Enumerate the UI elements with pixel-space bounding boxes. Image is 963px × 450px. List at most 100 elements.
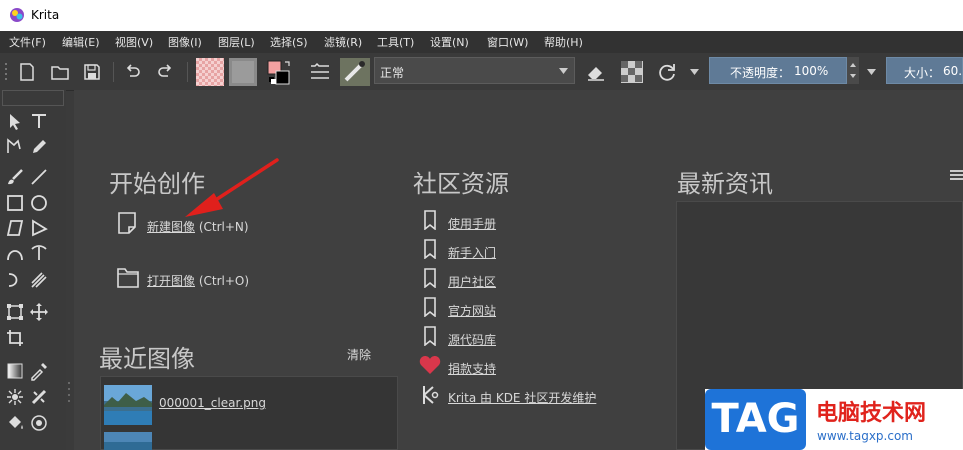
- menu-window[interactable]: 窗口(W): [487, 34, 528, 50]
- menu-file[interactable]: 文件(F): [9, 34, 46, 50]
- brush-preset-thumbnail-icon[interactable]: [340, 58, 370, 86]
- eraser-icon[interactable]: [584, 61, 608, 83]
- recent-section-heading: 最近图像: [99, 345, 195, 373]
- foreground-background-color-icon[interactable]: [266, 59, 296, 87]
- reload-preset-icon[interactable]: [655, 61, 679, 83]
- fill-tool-icon[interactable]: [5, 413, 25, 433]
- size-value: 60.: [943, 64, 963, 78]
- chevron-down-icon[interactable]: [867, 69, 876, 75]
- menu-settings[interactable]: 设置(N): [430, 34, 469, 50]
- opacity-slider[interactable]: 不透明度： 100%: [709, 57, 847, 84]
- size-label: 大小：: [904, 66, 941, 80]
- recent-image-item[interactable]: 000001_clear.png: [104, 384, 394, 426]
- gradient-fill-icon[interactable]: [196, 58, 224, 86]
- bookmark-icon: [424, 239, 436, 259]
- watermark: TAG 电脑技术网 www.tagxp.com: [705, 389, 963, 450]
- freehand-brush-tool-icon[interactable]: [5, 167, 25, 187]
- freehand-path-tool-icon[interactable]: [29, 243, 49, 263]
- polyline-tool-icon[interactable]: [29, 218, 49, 238]
- redo-icon[interactable]: [155, 62, 175, 82]
- rectangle-tool-icon[interactable]: [5, 193, 25, 213]
- opacity-stepper-icon[interactable]: [847, 57, 859, 84]
- new-image-label[interactable]: 新建图像: [147, 220, 195, 234]
- gradient-tool-icon[interactable]: [5, 361, 25, 381]
- move-tool-icon[interactable]: [29, 302, 49, 322]
- pattern-fill-icon[interactable]: [229, 58, 257, 86]
- blend-mode-combo[interactable]: 正常: [374, 57, 575, 84]
- official-website-link[interactable]: 官方网站: [448, 302, 496, 319]
- text-tool-icon[interactable]: [29, 111, 49, 131]
- chevron-down-icon: [559, 68, 568, 74]
- watermark-site-name: 电脑技术网: [816, 401, 927, 426]
- user-community-link[interactable]: 用户社区: [448, 273, 496, 290]
- opacity-value: 100%: [794, 64, 829, 78]
- smart-patch-tool-icon[interactable]: [5, 387, 25, 407]
- open-image-link[interactable]: 打开图像 (Ctrl+O): [147, 272, 249, 289]
- menu-tools[interactable]: 工具(T): [377, 34, 414, 50]
- getting-started-link[interactable]: 新手入门: [448, 244, 496, 261]
- new-document-icon[interactable]: [17, 62, 37, 82]
- watermark-url: www.tagxp.com: [817, 429, 913, 443]
- size-slider[interactable]: 大小： 60.: [886, 57, 963, 84]
- donate-link[interactable]: 捐款支持: [448, 360, 496, 377]
- menu-layer[interactable]: 图层(L): [218, 34, 255, 50]
- main-toolbar: 正常 不透明度： 100% 大小： 60.: [0, 53, 963, 91]
- ellipse-tool-icon[interactable]: [29, 193, 49, 213]
- open-image-shortcut: (Ctrl+O): [198, 274, 250, 288]
- open-image-icon[interactable]: [116, 265, 140, 289]
- preserve-alpha-icon[interactable]: [621, 61, 643, 83]
- new-image-icon[interactable]: [117, 211, 137, 235]
- bookmark-icon: [424, 326, 436, 346]
- edit-shapes-tool-icon[interactable]: [5, 136, 25, 156]
- recent-image-thumbnail[interactable]: [104, 432, 152, 450]
- new-image-link[interactable]: 新建图像 (Ctrl+N): [147, 218, 249, 235]
- enclose-fill-tool-icon[interactable]: [29, 413, 49, 433]
- toolbox-dock: [0, 90, 66, 450]
- assistant-tool-icon[interactable]: [29, 387, 49, 407]
- transform-tool-icon[interactable]: [5, 302, 25, 322]
- crop-tool-icon[interactable]: [5, 328, 25, 348]
- menu-image[interactable]: 图像(I): [168, 34, 202, 50]
- polygon-tool-icon[interactable]: [5, 218, 25, 238]
- menu-help[interactable]: 帮助(H): [544, 34, 583, 50]
- dynamic-brush-tool-icon[interactable]: [5, 270, 25, 290]
- open-document-icon[interactable]: [50, 62, 70, 82]
- line-tool-icon[interactable]: [29, 167, 49, 187]
- calligraphy-tool-icon[interactable]: [29, 136, 49, 156]
- dock-splitter-grip-icon[interactable]: [67, 380, 71, 404]
- recent-image-filename[interactable]: 000001_clear.png: [159, 396, 266, 410]
- undo-icon[interactable]: [123, 62, 143, 82]
- menu-filter[interactable]: 滤镜(R): [324, 34, 362, 50]
- menu-bar: 文件(F) 编辑(E) 视图(V) 图像(I) 图层(L) 选择(S) 滤镜(R…: [0, 31, 963, 53]
- window-title: Krita: [31, 8, 60, 22]
- multibrush-tool-icon[interactable]: [29, 270, 49, 290]
- toolbox-title-bar[interactable]: [2, 90, 64, 106]
- menu-view[interactable]: 视图(V): [115, 34, 153, 50]
- krita-logo-icon: [10, 8, 24, 22]
- color-picker-tool-icon[interactable]: [29, 361, 49, 381]
- blend-mode-value: 正常: [380, 66, 405, 80]
- hamburger-menu-icon[interactable]: [950, 169, 963, 181]
- title-bar: Krita: [0, 0, 963, 31]
- bookmark-icon: [424, 297, 436, 317]
- new-image-shortcut: (Ctrl+N): [198, 220, 249, 234]
- annotation-arrow-icon: [185, 158, 279, 217]
- brush-presets-icon[interactable]: [308, 61, 332, 83]
- heart-icon: [419, 356, 441, 374]
- select-shapes-tool-icon[interactable]: [5, 111, 25, 131]
- chevron-down-icon[interactable]: [690, 69, 699, 75]
- community-section-heading: 社区资源: [413, 170, 509, 198]
- menu-edit[interactable]: 编辑(E): [62, 34, 100, 50]
- save-icon[interactable]: [82, 62, 102, 82]
- bezier-curve-tool-icon[interactable]: [5, 243, 25, 263]
- source-code-link[interactable]: 源代码库: [448, 331, 496, 348]
- menu-select[interactable]: 选择(S): [270, 34, 308, 50]
- clear-recent-button[interactable]: 清除: [347, 346, 371, 363]
- watermark-tag-logo: TAG: [705, 389, 806, 450]
- kde-logo-icon: [423, 386, 439, 404]
- bookmark-icon: [424, 210, 436, 230]
- toolbar-grip-icon[interactable]: [3, 61, 9, 83]
- kde-community-link[interactable]: Krita 由 KDE 社区开发维护: [448, 389, 596, 406]
- open-image-label[interactable]: 打开图像: [147, 274, 195, 288]
- user-manual-link[interactable]: 使用手册: [448, 215, 496, 232]
